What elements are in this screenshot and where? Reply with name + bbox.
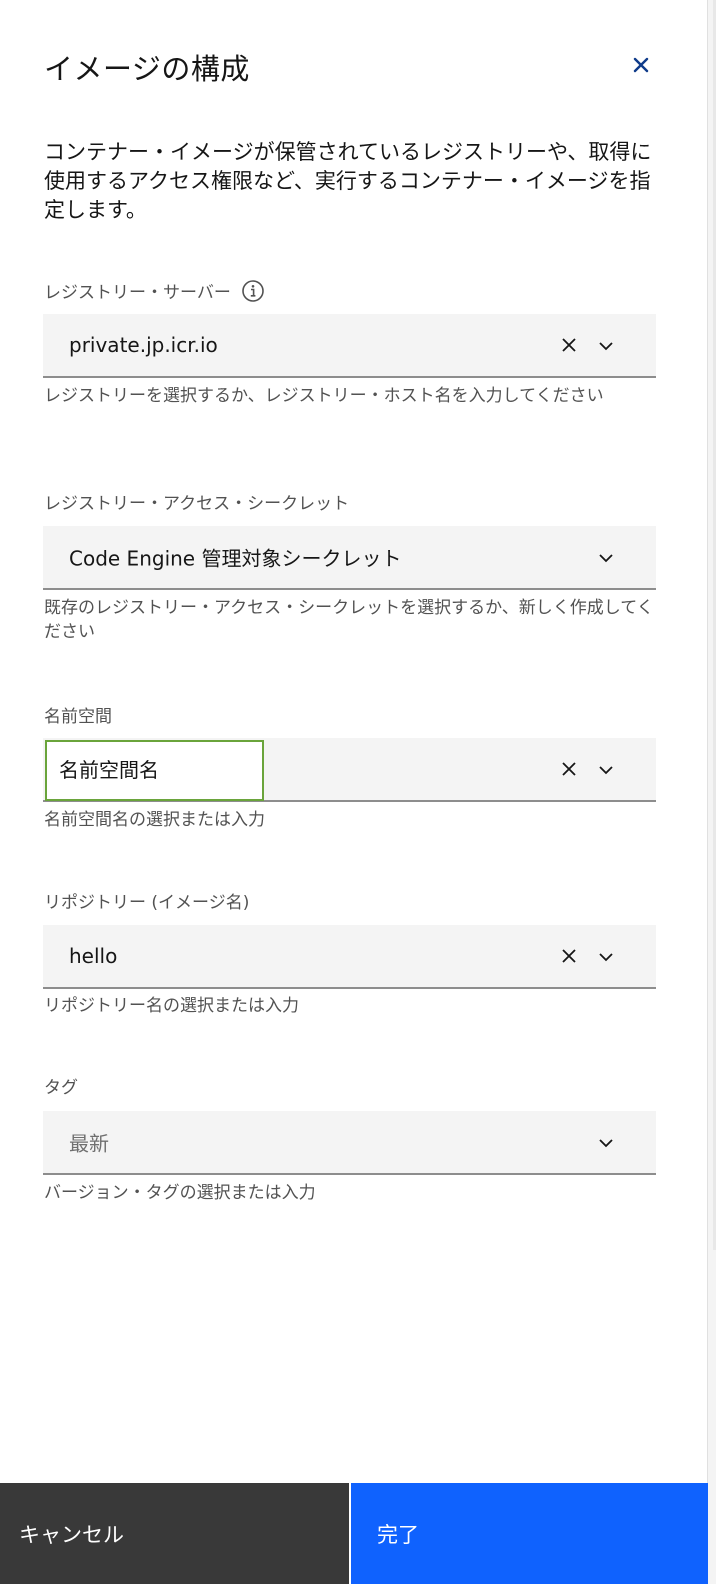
namespace-combobox[interactable]: 名前空間名 bbox=[43, 738, 656, 802]
registry-server-combobox[interactable]: private.jp.icr.io bbox=[43, 314, 656, 378]
registry-secret-label: レジストリー・アクセス・シークレット bbox=[44, 489, 349, 514]
panel-description: コンテナー・イメージが保管されているレジストリーや、取得に使用するアクセス権限な… bbox=[44, 140, 652, 222]
info-icon[interactable] bbox=[241, 279, 265, 303]
panel-title: イメージの構成 bbox=[44, 52, 250, 86]
repository-label: リポジトリー (イメージ名) bbox=[44, 888, 249, 913]
registry-secret-helper: 既存のレジストリー・アクセス・シークレットを選択するか、新しく作成してください bbox=[44, 598, 654, 642]
registry-secret-label-text: レジストリー・アクセス・シークレット bbox=[44, 494, 350, 514]
tag-combobox[interactable]: 最新 bbox=[43, 1111, 656, 1175]
chevron-down-icon[interactable] bbox=[596, 548, 616, 568]
tag-helper: バージョン・タグの選択または入力 bbox=[44, 1183, 316, 1203]
repository-helper: リポジトリー名の選択または入力 bbox=[44, 996, 299, 1016]
chevron-down-icon[interactable] bbox=[596, 1133, 616, 1153]
configure-image-panel: イメージの構成 コンテナー・イメージが保管されているレジストリーや、取得に使用す… bbox=[0, 0, 708, 1584]
registry-server-label-text: レジストリー・サーバー bbox=[44, 283, 231, 303]
registry-secret-value: Code Engine 管理対象シークレット bbox=[69, 546, 402, 571]
clear-selection-icon[interactable] bbox=[559, 759, 579, 779]
clear-selection-icon[interactable] bbox=[559, 946, 579, 966]
repository-value: hello bbox=[69, 944, 118, 968]
close-icon bbox=[633, 57, 649, 73]
namespace-label-text: 名前空間 bbox=[44, 707, 112, 727]
panel-footer: キャンセル 完了 bbox=[0, 1483, 708, 1584]
chevron-down-icon[interactable] bbox=[596, 947, 616, 967]
registry-server-value: private.jp.icr.io bbox=[69, 333, 218, 357]
tag-label: タグ bbox=[44, 1073, 78, 1098]
namespace-value: 名前空間名 bbox=[59, 758, 159, 782]
registry-server-helper: レジストリーを選択するか、レジストリー・ホスト名を入力してください bbox=[44, 386, 604, 406]
close-button[interactable] bbox=[626, 50, 656, 80]
cancel-button[interactable]: キャンセル bbox=[0, 1483, 349, 1584]
repository-label-text: リポジトリー (イメージ名) bbox=[44, 893, 250, 913]
done-button[interactable]: 完了 bbox=[349, 1483, 708, 1584]
tag-placeholder: 最新 bbox=[69, 1131, 109, 1156]
chevron-down-icon[interactable] bbox=[596, 336, 616, 356]
registry-secret-dropdown[interactable]: Code Engine 管理対象シークレット bbox=[43, 526, 656, 590]
tag-label-text: タグ bbox=[44, 1078, 78, 1098]
namespace-input[interactable]: 名前空間名 bbox=[45, 740, 264, 801]
registry-server-label: レジストリー・サーバー bbox=[44, 278, 265, 303]
namespace-label: 名前空間 bbox=[44, 702, 112, 727]
chevron-down-icon[interactable] bbox=[596, 760, 616, 780]
cancel-button-label: キャンセル bbox=[19, 1523, 124, 1547]
clear-selection-icon[interactable] bbox=[559, 335, 579, 355]
namespace-helper: 名前空間名の選択または入力 bbox=[44, 810, 265, 830]
done-button-label: 完了 bbox=[377, 1523, 419, 1547]
repository-combobox[interactable]: hello bbox=[43, 925, 656, 989]
